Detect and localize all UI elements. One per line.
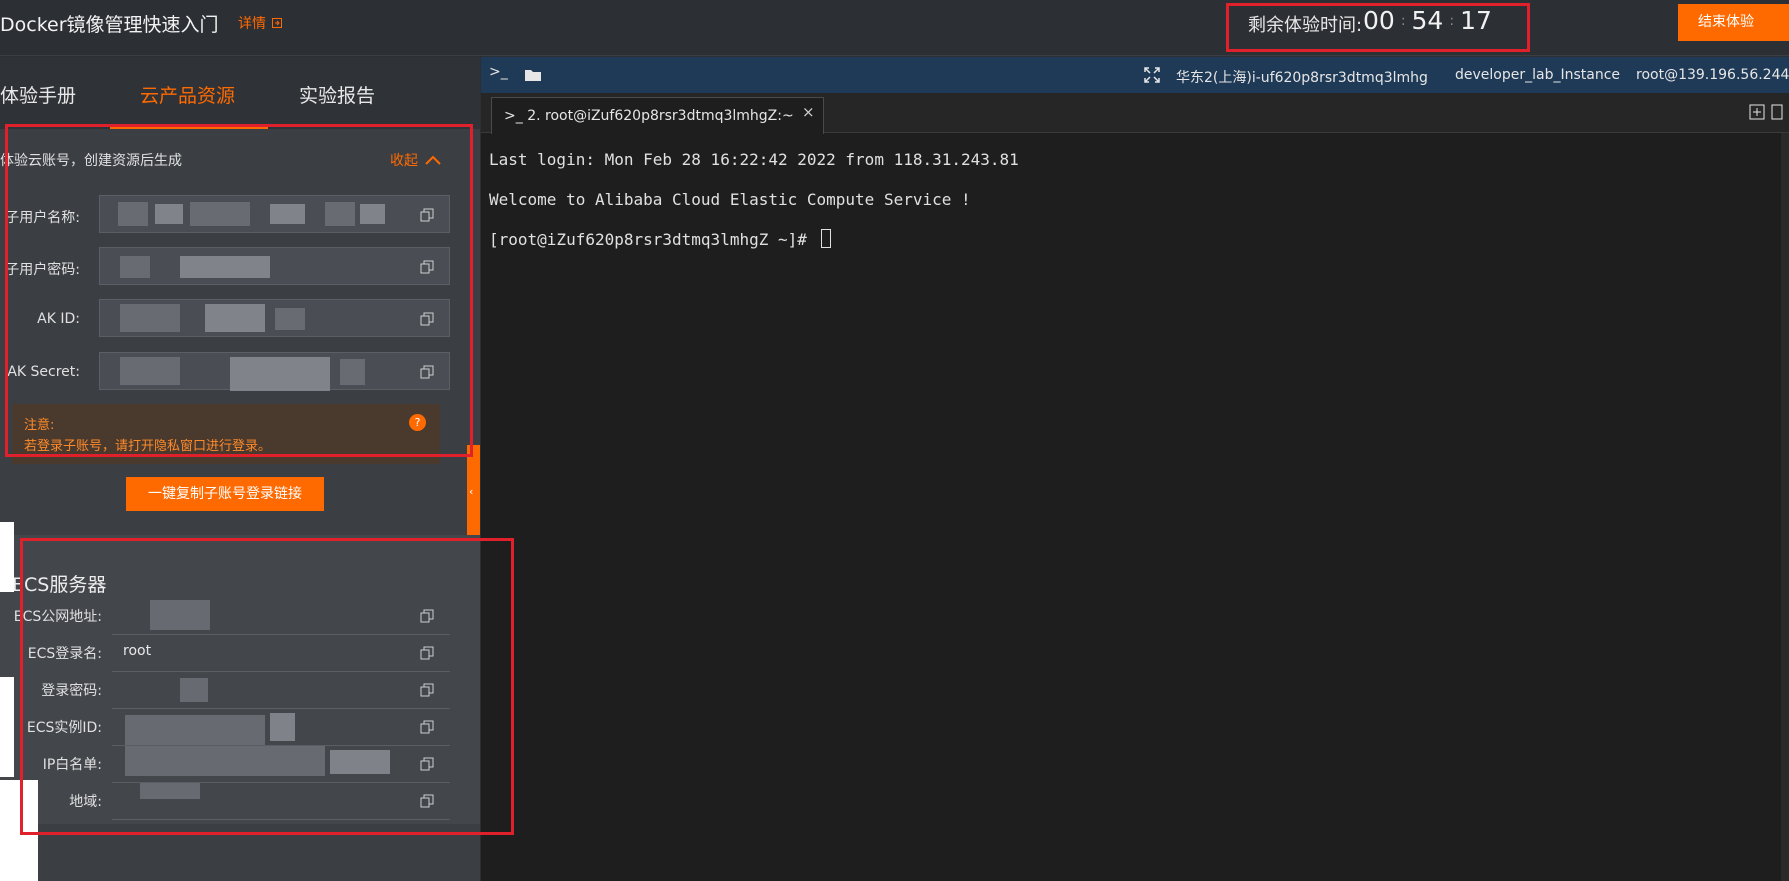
copy-login-link-button[interactable]: 一键复制子账号登录链接 (126, 477, 324, 511)
terminal-line: Welcome to Alibaba Cloud Elastic Compute… (489, 190, 971, 209)
terminal-tabs: >_ 2. root@iZuf620p8rsr3dtmq3lmhgZ:~ × (481, 93, 1789, 134)
split-icon[interactable] (1771, 104, 1783, 120)
folder-icon[interactable] (525, 68, 541, 81)
annotation-box-account (5, 124, 473, 457)
tab-manual[interactable]: 体验手册 (0, 81, 76, 108)
user-host: root@139.196.56.244 (1636, 67, 1789, 83)
detail-link[interactable]: 详情 (238, 13, 283, 33)
add-tab-icon[interactable] (1749, 104, 1765, 120)
instance-name: developer_lab_Instance (1455, 67, 1621, 83)
terminal-tab-label: >_ 2. root@iZuf620p8rsr3dtmq3lmhgZ:~ (504, 108, 794, 124)
overlay-popup-edge (0, 677, 14, 777)
fullscreen-icon[interactable] (1144, 67, 1160, 83)
close-icon[interactable]: × (802, 103, 815, 121)
terminal-toolbar: >_ 华东2(上海)i-uf620p8rsr3dtmq3lmhg develop… (481, 57, 1789, 93)
terminal-prompt-line: [root@iZuf620p8rsr3dtmq3lmhgZ ~]# (489, 220, 1019, 260)
terminal-output[interactable]: Last login: Mon Feb 28 16:22:42 2022 fro… (489, 140, 1019, 260)
end-experience-button[interactable]: 结束体验 (1678, 4, 1789, 41)
annotation-box-ecs (20, 538, 514, 835)
instance-region: 华东2(上海)i-uf620p8rsr3dtmq3lmhg (1176, 70, 1428, 86)
page-title: Docker镜像管理快速入门 (0, 14, 219, 36)
left-tabs: 体验手册 云产品资源 实验报告 (0, 57, 480, 129)
tab-cloud-resources[interactable]: 云产品资源 (140, 81, 235, 108)
external-link-icon (272, 18, 283, 28)
terminal-cursor (820, 229, 831, 248)
overlay-popup-edge (0, 522, 14, 592)
terminal-prompt: [root@iZuf620p8rsr3dtmq3lmhgZ ~]# (489, 230, 817, 249)
panel-collapse-handle[interactable]: ‹ (467, 445, 480, 545)
annotation-box-timer (1226, 3, 1530, 52)
terminal-icon[interactable]: >_ (489, 64, 508, 80)
tab-lab-report[interactable]: 实验报告 (299, 81, 375, 108)
terminal-tab[interactable]: >_ 2. root@iZuf620p8rsr3dtmq3lmhgZ:~ × (491, 97, 824, 134)
detail-link-label: 详情 (238, 16, 266, 32)
terminal-line: Last login: Mon Feb 28 16:22:42 2022 fro… (489, 150, 1019, 169)
terminal-scrollbar[interactable] (1781, 133, 1789, 881)
terminal-area: >_ 华东2(上海)i-uf620p8rsr3dtmq3lmhg develop… (481, 57, 1789, 881)
chevron-left-icon: ‹ (469, 485, 474, 498)
